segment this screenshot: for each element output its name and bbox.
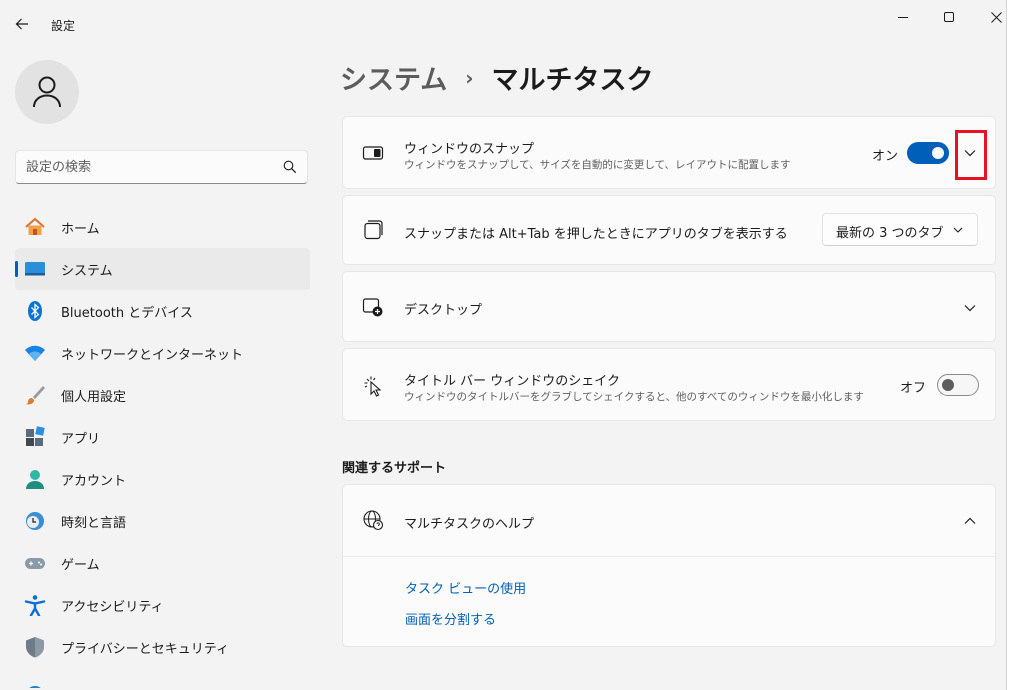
sidebar-item-label: アプリ [61,431,101,447]
sidebar-item-home[interactable]: ホーム [15,206,310,248]
back-button[interactable] [10,12,34,36]
minimize-button[interactable] [880,4,926,30]
title-bar: 設定 [0,0,1007,48]
breadcrumb-separator: › [465,65,474,90]
brush-icon [24,384,46,406]
breadcrumb: システム › マルチタスク [340,58,653,97]
sidebar-item-time-language[interactable]: 時刻と言語 [15,500,310,542]
snap-layout-icon [362,142,384,164]
sidebar-item-label: ネットワークとインターネット [61,347,244,363]
settings-search[interactable] [15,150,308,184]
sidebar-item-windows-update[interactable] [15,668,310,688]
minimize-icon [897,16,908,18]
back-arrow-icon [15,18,28,30]
help-divider [343,556,995,557]
sidebar-item-accessibility[interactable]: アクセシビリティ [15,584,310,626]
title-bar-shake-card: タイトル バー ウィンドウのシェイク ウィンドウのタイトルバーをグラブしてシェイ… [342,348,996,421]
sidebar-item-label: プライバシーとセキュリティ [61,641,229,657]
person-icon [33,76,61,108]
sidebar-item-gaming[interactable]: ゲーム [15,542,310,584]
title-bar-shake-description: ウィンドウのタイトルバーをグラブしてシェイクすると、他のすべてのウィンドウを最小… [404,391,864,403]
add-desktop-icon [362,296,384,318]
snap-toggle-state: オン [872,149,899,164]
desktops-expand-button[interactable] [962,300,978,316]
sidebar-item-label: システム [61,263,113,279]
system-icon [24,258,46,280]
sidebar-item-label: アカウント [61,473,127,489]
breadcrumb-parent-system[interactable]: システム [340,58,447,97]
account-icon [24,468,46,490]
alt-tab-tabs-dropdown[interactable]: 最新の 3 つのタブ [822,213,978,246]
maximize-button[interactable] [926,4,972,30]
alt-tab-icon [362,219,384,241]
desktops-title: デスクトップ [404,303,483,318]
sidebar-item-system[interactable]: システム [15,248,310,290]
sidebar-item-label: ゲーム [61,557,100,573]
settings-window: 設定 ホーム システム [0,0,1007,690]
background-gutter [1007,0,1024,690]
accessibility-icon [24,594,46,616]
maximize-icon [943,11,954,22]
sidebar-nav: ホーム システム Bluetooth とデバイス ネットワークとインターネット … [15,206,310,688]
sidebar-item-label: Bluetooth とデバイス [61,305,193,321]
highlight-annotation-box [955,130,987,180]
snap-alt-tab-title: スナップまたは Alt+Tab を押したときにアプリのタブを表示する [404,227,788,242]
sidebar-item-label: 個人用設定 [61,389,127,405]
task-view-help-link[interactable]: タスク ビューの使用 [405,578,526,597]
sidebar-item-personalization[interactable]: 個人用設定 [15,374,310,416]
desktops-card[interactable]: デスクトップ [342,271,996,342]
snap-windows-description: ウィンドウをスナップして、サイズを自動的に変更して、レイアウトに配置します [404,159,791,171]
sidebar-item-network[interactable]: ネットワークとインターネット [15,332,310,374]
sidebar-item-label: アクセシビリティ [61,599,164,615]
search-input[interactable] [26,157,276,177]
user-avatar[interactable] [15,60,79,124]
title-bar-shake-toggle[interactable] [937,374,979,396]
shield-icon [24,636,46,658]
update-icon [24,684,46,688]
sidebar-item-label: 時刻と言語 [61,515,127,531]
home-icon [24,216,46,238]
toggle-knob [932,147,944,159]
app-title: 設定 [51,19,76,33]
split-screen-help-link[interactable]: 画面を分割する [405,609,496,628]
page-title: マルチタスク [491,65,654,96]
wifi-icon [24,342,46,364]
sidebar-item-privacy[interactable]: プライバシーとセキュリティ [15,626,310,668]
bluetooth-icon [24,300,46,322]
chevron-up-icon [964,517,976,524]
globe-help-icon [362,509,384,531]
sidebar-item-accounts[interactable]: アカウント [15,458,310,500]
help-header[interactable]: マルチタスクのヘルプ [343,485,995,556]
help-title: マルチタスクのヘルプ [404,517,535,532]
related-support-heading: 関連するサポート [342,461,447,476]
close-icon [990,11,1002,23]
snap-windows-toggle[interactable] [907,142,949,164]
snap-windows-card[interactable]: ウィンドウのスナップ ウィンドウをスナップして、サイズを自動的に変更して、レイア… [342,116,996,189]
title-bar-shake-title: タイトル バー ウィンドウのシェイク [404,374,621,389]
sidebar-item-label: ホーム [61,221,100,237]
shake-toggle-state: オフ [900,381,927,396]
sidebar-item-apps[interactable]: アプリ [15,416,310,458]
apps-icon [24,426,46,448]
chevron-down-icon [964,305,976,312]
snap-windows-title: ウィンドウのスナップ [404,142,535,157]
help-collapse-button[interactable] [962,513,978,529]
chevron-down-icon [953,227,963,233]
toggle-knob [942,379,954,391]
dropdown-selected-value: 最新の 3 つのタブ [836,226,944,241]
gamepad-icon [24,552,46,574]
search-icon[interactable] [283,160,297,174]
shake-cursor-icon [362,375,384,397]
sidebar-item-bluetooth[interactable]: Bluetooth とデバイス [15,290,310,332]
time-language-icon [24,510,46,532]
